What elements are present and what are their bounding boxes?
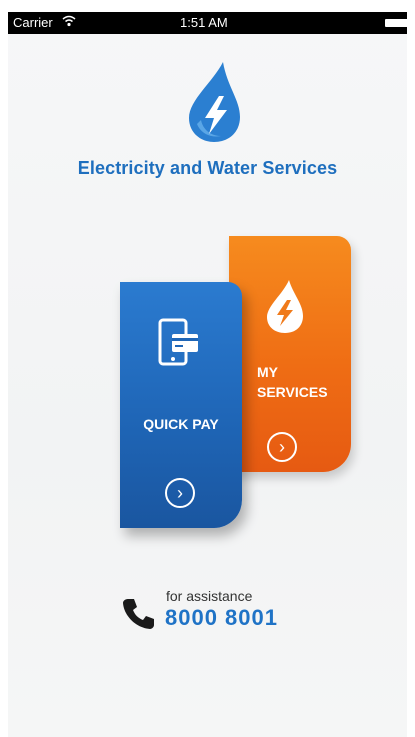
tablet-card-icon: [158, 318, 198, 366]
chevron-right-icon[interactable]: ›: [267, 432, 297, 462]
clock-label: 1:51 AM: [180, 15, 228, 30]
assistance-caption: for assistance: [166, 588, 253, 604]
phone-icon: [123, 599, 154, 629]
my-services-card[interactable]: MY SERVICES ›: [229, 236, 351, 472]
quick-pay-label: QUICK PAY: [143, 416, 219, 432]
wifi-icon: [62, 15, 76, 30]
quick-pay-card[interactable]: QUICK PAY ›: [120, 282, 242, 528]
my-services-label: MY SERVICES: [257, 362, 347, 402]
assistance-phone-number[interactable]: 8000 8001: [165, 605, 278, 631]
chevron-right-icon[interactable]: ›: [165, 478, 195, 508]
water-drop-lightning-icon: [267, 280, 303, 333]
my-services-label-line1: MY: [257, 364, 278, 380]
battery-icon: [385, 19, 407, 27]
assistance-block[interactable]: for assistance 8000 8001: [122, 588, 322, 638]
status-bar: Carrier 1:51 AM: [8, 12, 407, 34]
carrier-label: Carrier: [13, 15, 53, 30]
my-services-label-line2: SERVICES: [257, 384, 328, 400]
brand-title: Electricity and Water Services: [77, 158, 338, 178]
app-screen: Carrier 1:51 AM Electricity and Water Se…: [8, 12, 407, 737]
flame-lightning-icon: [189, 62, 240, 142]
